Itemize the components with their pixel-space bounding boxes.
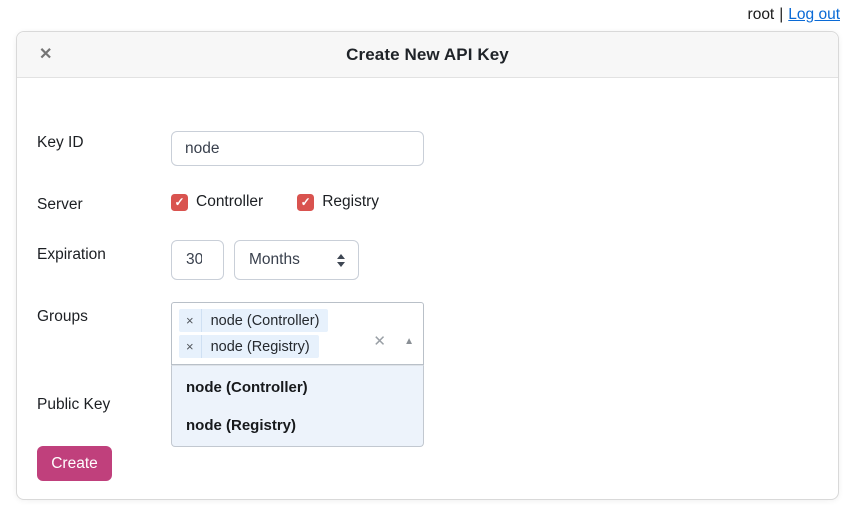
public-key-label: Public Key [37, 396, 110, 414]
selected-tag: × node (Registry) [179, 335, 319, 358]
user-session-bar: root | Log out [748, 6, 840, 24]
server-label: Server [37, 196, 83, 214]
checkbox-controller-label: Controller [196, 193, 263, 211]
key-id-input[interactable] [171, 131, 424, 166]
checkbox-checked-icon: ✓ [171, 194, 188, 211]
modal-title: Create New API Key [346, 45, 509, 65]
select-caret-icon [337, 254, 345, 267]
key-id-label: Key ID [37, 134, 84, 152]
groups-multiselect-control[interactable]: × node (Controller) × node (Registry) [171, 302, 424, 365]
logout-link[interactable]: Log out [788, 6, 840, 24]
checkbox-checked-icon: ✓ [297, 194, 314, 211]
server-checkbox-group: ✓ Controller ✓ Registry [171, 193, 379, 211]
create-api-key-modal: ✕ Create New API Key Key ID Server ✓ Con… [16, 31, 839, 500]
dropdown-option[interactable]: node (Controller) [172, 368, 423, 406]
selected-tag: × node (Controller) [179, 309, 328, 332]
create-button[interactable]: Create [37, 446, 112, 481]
dropdown-option[interactable]: node (Registry) [172, 406, 423, 444]
tag-label: node (Registry) [202, 339, 319, 355]
separator: | [779, 6, 783, 24]
tag-remove-icon[interactable]: × [179, 335, 202, 358]
checkbox-registry-label: Registry [322, 193, 379, 211]
modal-header: ✕ Create New API Key [17, 32, 838, 78]
expiration-unit-value: Months [249, 251, 300, 269]
tag-remove-icon[interactable]: × [179, 309, 202, 332]
expiration-value-input[interactable] [171, 240, 224, 280]
expiration-unit-select[interactable]: Months [234, 240, 359, 280]
username: root [748, 6, 775, 24]
groups-dropdown-menu: node (Controller) node (Registry) [171, 365, 424, 447]
groups-collapse-icon[interactable]: ▲ [404, 337, 414, 347]
checkbox-registry[interactable]: ✓ Registry [297, 193, 379, 211]
close-icon[interactable]: ✕ [39, 47, 52, 63]
groups-label: Groups [37, 308, 88, 326]
groups-clear-icon[interactable]: ✕ [373, 334, 386, 349]
tag-label: node (Controller) [202, 313, 329, 329]
checkbox-controller[interactable]: ✓ Controller [171, 193, 263, 211]
expiration-label: Expiration [37, 246, 106, 264]
